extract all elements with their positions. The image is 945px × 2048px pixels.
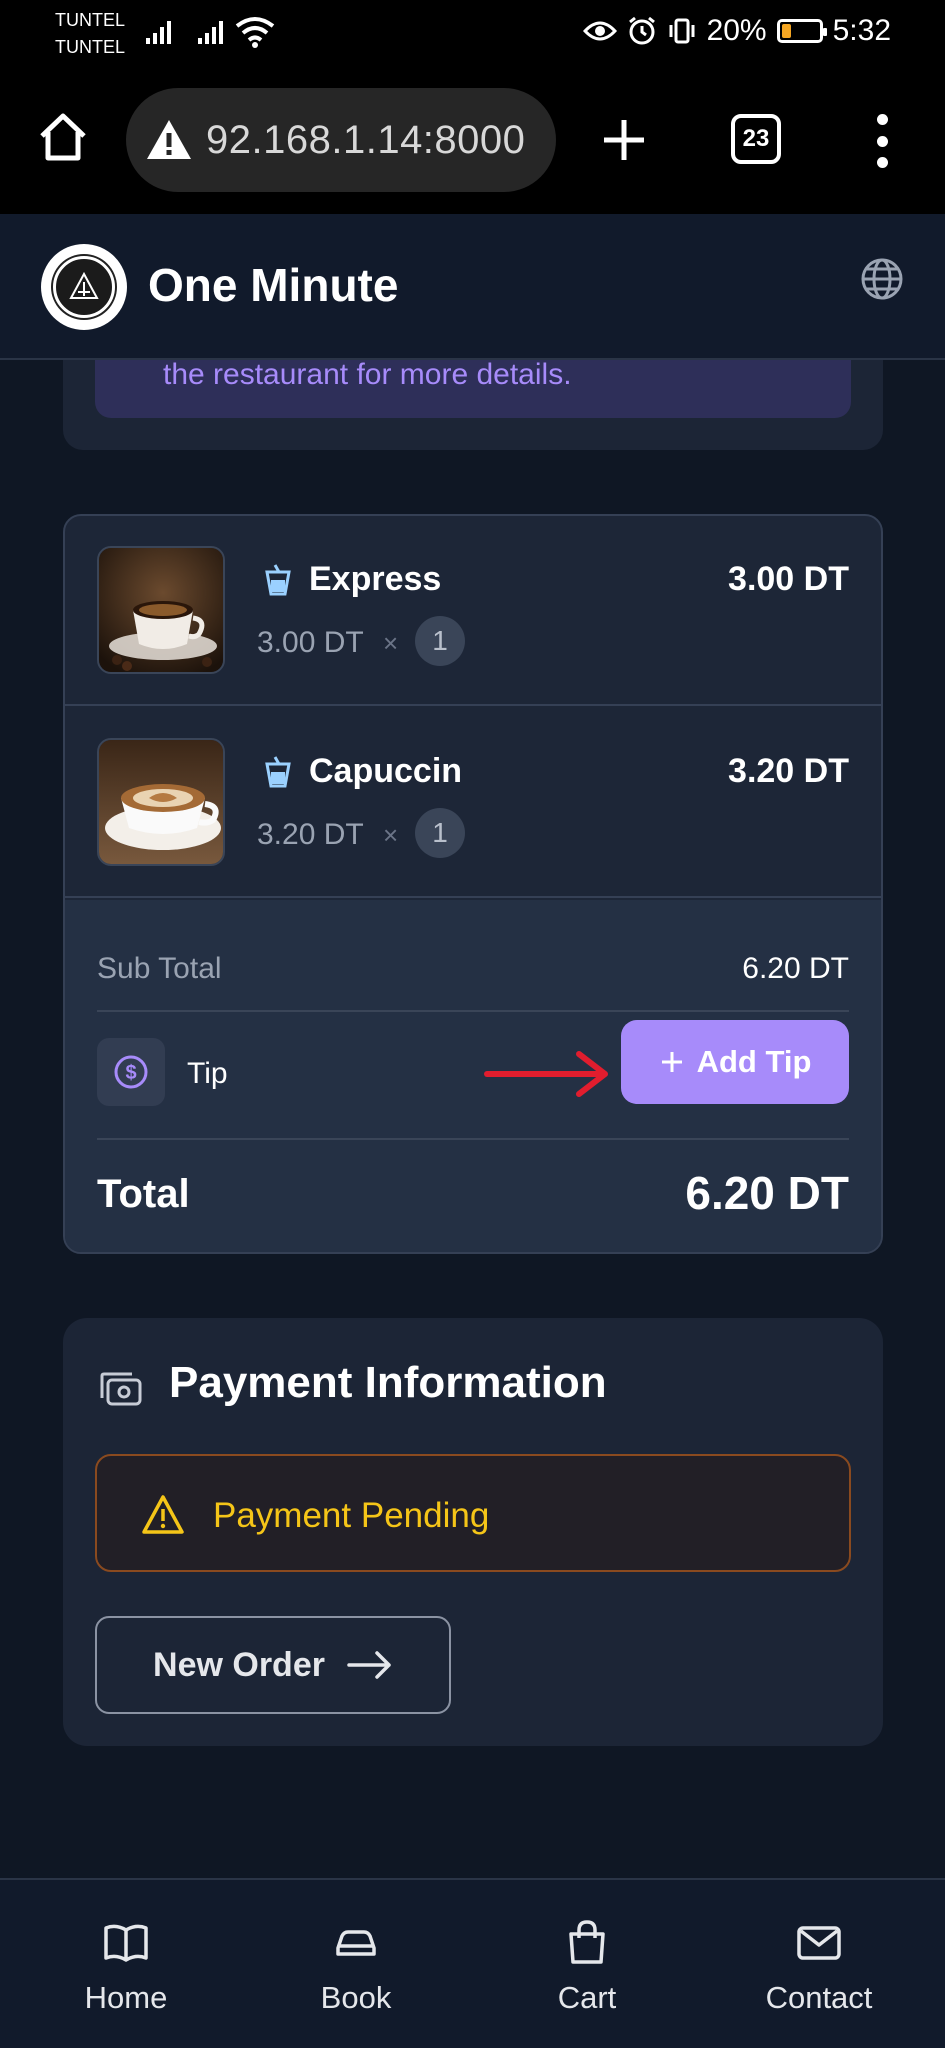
book-open-icon [104, 1924, 148, 1962]
new-order-label: New Order [153, 1645, 325, 1684]
times-sign: × [383, 820, 399, 850]
logo[interactable] [41, 244, 127, 330]
signal-icon [198, 18, 223, 44]
nav-label: Cart [557, 1980, 617, 2015]
vibrate-icon [669, 18, 695, 44]
notice-text: the restaurant for more details. [163, 358, 572, 391]
annotation-arrow-icon [484, 1051, 608, 1097]
order-item: Capuccin 3.20 DT 3.20 DT × 1 [65, 708, 881, 898]
nav-item-contact[interactable]: Contact [729, 1918, 909, 2016]
item-image [97, 546, 225, 674]
order-totals: Sub Total 6.20 DT $ Tip Add Tip Total 6.… [65, 900, 881, 1252]
item-total: 3.00 DT [728, 560, 849, 598]
alarm-icon [628, 16, 655, 45]
svg-text:$: $ [125, 1062, 136, 1084]
status-right: 20% 5:32 [582, 14, 891, 48]
dollar-icon: $ [114, 1055, 148, 1089]
shopping-bag-icon [569, 1920, 605, 1964]
payment-status-badge: Payment Pending [95, 1454, 851, 1572]
drink-icon [265, 756, 291, 788]
carrier-label: TUNTEL [55, 37, 126, 57]
app-title: One Minute [148, 259, 399, 311]
car-icon [336, 1930, 376, 1956]
payment-card: Payment Information Payment Pending New … [63, 1318, 883, 1746]
item-unit-price: 3.20 DT [257, 818, 364, 851]
item-name: Capuccin [309, 752, 463, 790]
add-tip-button[interactable]: Add Tip [621, 1020, 849, 1104]
status-bar: TUNTEL TUNTEL 20% 5:32 [0, 0, 945, 66]
tip-label: Tip [187, 1057, 228, 1090]
order-item: Express 3.00 DT 3.00 DT × 1 [65, 516, 881, 706]
home-icon[interactable] [36, 110, 90, 164]
total-value: 6.20 DT [685, 1167, 849, 1219]
quantity-badge: 1 [415, 616, 465, 666]
divider [97, 1010, 849, 1012]
app-header: One Minute [0, 214, 945, 360]
carrier-label: TUNTEL [55, 10, 126, 30]
browser-toolbar: 92.168.1.14:8000 23 [0, 66, 945, 214]
add-tip-label: Add Tip [696, 1044, 812, 1079]
arrow-right-icon [347, 1651, 391, 1679]
bottom-nav: Home Book Cart Contact [0, 1878, 945, 2048]
new-order-button[interactable]: New Order [95, 1616, 451, 1714]
drink-icon [265, 564, 291, 596]
times-sign: × [383, 628, 399, 658]
divider [97, 1138, 849, 1140]
mail-icon [797, 1926, 841, 1960]
more-icon[interactable] [872, 114, 892, 168]
order-summary-card: Express 3.00 DT 3.00 DT × 1 Capuccin 3.2… [63, 514, 883, 1254]
nav-label: Home [84, 1980, 168, 2015]
nav-item-cart[interactable]: Cart [497, 1918, 677, 2016]
warning-icon[interactable] [144, 115, 194, 165]
nav-label: Book [320, 1980, 392, 2015]
item-total: 3.20 DT [728, 752, 849, 790]
item-unit-price: 3.00 DT [257, 626, 364, 659]
eye-icon [582, 21, 617, 41]
tabs-button[interactable]: 23 [731, 114, 781, 164]
url-bar[interactable]: 92.168.1.14:8000 [126, 88, 556, 192]
nav-item-book[interactable]: Book [266, 1918, 446, 2016]
subtotal-value: 6.20 DT [742, 952, 849, 985]
item-name: Express [309, 560, 442, 598]
clock: 5:32 [832, 14, 891, 47]
payment-title: Payment Information [169, 1358, 607, 1407]
plus-icon [661, 1052, 682, 1072]
payment-status-text: Payment Pending [213, 1496, 490, 1535]
payment-icon [100, 1372, 142, 1406]
plus-icon[interactable] [598, 114, 650, 166]
nav-label: Contact [765, 1980, 873, 2015]
signal-icon [146, 18, 171, 44]
subtotal-label: Sub Total [97, 952, 222, 985]
wifi-icon [235, 17, 275, 48]
tip-icon-box: $ [97, 1038, 165, 1106]
battery-percent: 20% [706, 14, 767, 47]
quantity-badge: 1 [415, 808, 465, 858]
battery-icon [776, 19, 827, 43]
url-text[interactable]: 92.168.1.14:8000 [206, 118, 525, 163]
nav-item-home[interactable]: Home [36, 1918, 216, 2016]
warning-icon [142, 1495, 184, 1534]
total-label: Total [97, 1172, 190, 1216]
globe-icon[interactable] [859, 256, 905, 302]
item-image [97, 738, 225, 866]
